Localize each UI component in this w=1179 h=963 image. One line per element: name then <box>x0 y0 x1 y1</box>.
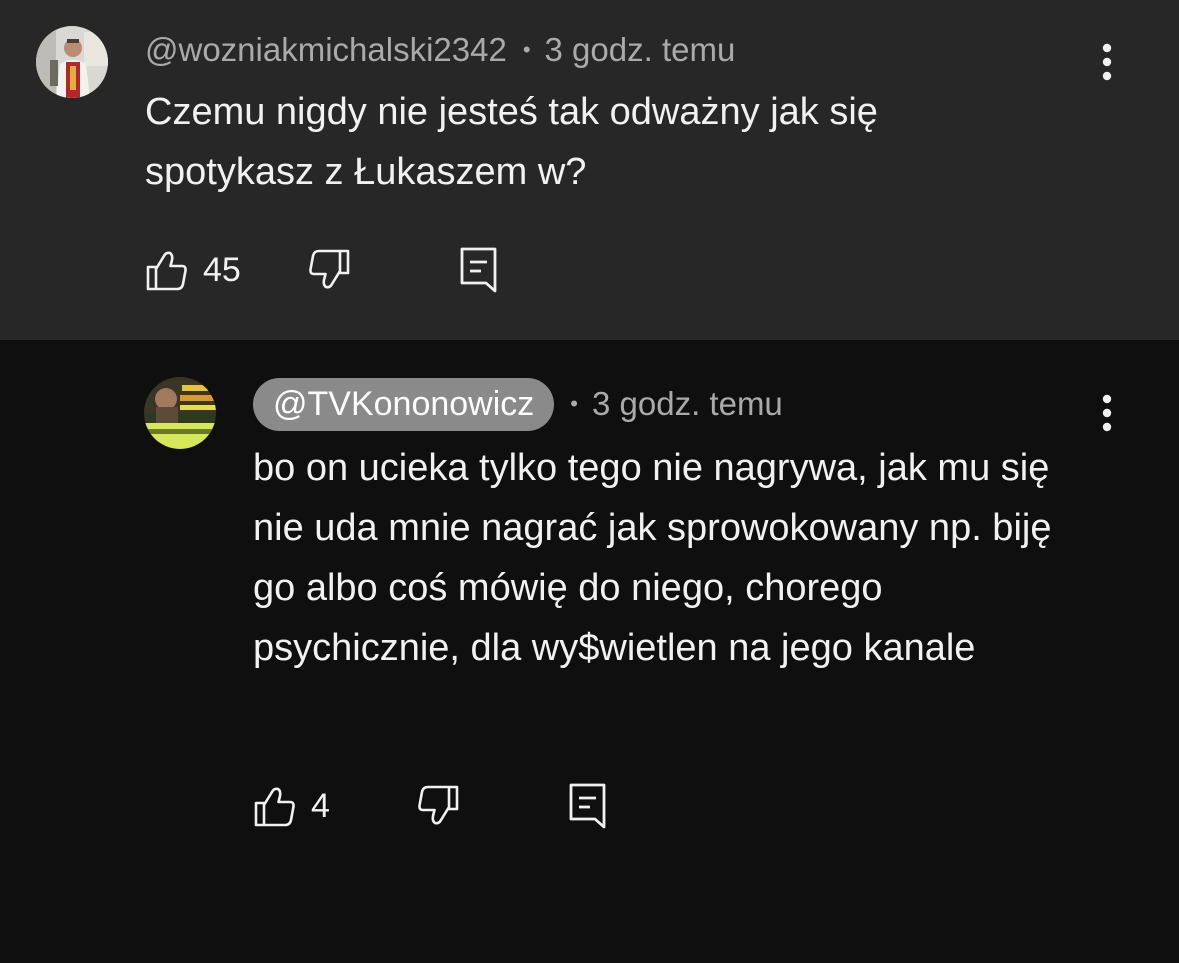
reply-button[interactable] <box>568 782 608 830</box>
like-count: 4 <box>311 786 330 825</box>
avatar[interactable] <box>144 377 216 449</box>
avatar[interactable] <box>36 26 108 98</box>
comment-time: 3 godz. temu <box>544 31 736 68</box>
thumbs-down-icon <box>308 249 350 289</box>
meta-separator: • <box>570 391 578 416</box>
comment-time: 3 godz. temu <box>592 385 783 422</box>
like-button[interactable]: 45 <box>145 248 241 292</box>
comment-text: bo on ucieka tylko tego nie nagrywa, jak… <box>253 447 1052 669</box>
more-vertical-icon <box>1102 394 1112 432</box>
meta-separator: • <box>522 37 531 62</box>
like-count: 45 <box>203 250 241 289</box>
thumbs-up-icon <box>146 251 187 291</box>
comments-thread: @wozniakmichalski2342 • 3 godz. temu Cze… <box>0 0 1179 963</box>
more-options-button[interactable] <box>1092 37 1122 87</box>
comment-actions: 45 <box>145 245 499 295</box>
author-name-badge[interactable]: @TVKononowicz <box>253 377 555 431</box>
comment-meta: @wozniakmichalski2342 • 3 godz. temu <box>145 30 735 70</box>
reply-item: @TVKononowicz • 3 godz. temu bo on uciek… <box>0 340 1179 963</box>
comment-actions: 4 <box>253 781 608 831</box>
more-options-button[interactable] <box>1092 388 1122 438</box>
reply-comment-icon <box>569 783 606 829</box>
comment-text: Czemu nigdy nie jesteś tak odważny jak s… <box>145 91 878 193</box>
dislike-button[interactable] <box>416 784 460 828</box>
more-vertical-icon <box>1102 43 1112 81</box>
reply-comment-icon <box>460 247 497 293</box>
reply-button[interactable] <box>459 246 499 294</box>
thumbs-up-icon <box>254 787 295 827</box>
comment-item: @wozniakmichalski2342 • 3 godz. temu Cze… <box>0 0 1179 340</box>
like-button[interactable]: 4 <box>253 784 330 828</box>
author-name[interactable]: @wozniakmichalski2342 <box>145 31 507 69</box>
comment-meta: @TVKononowicz • 3 godz. temu <box>253 377 783 431</box>
thumbs-down-icon <box>418 785 459 825</box>
dislike-button[interactable] <box>307 248 351 292</box>
